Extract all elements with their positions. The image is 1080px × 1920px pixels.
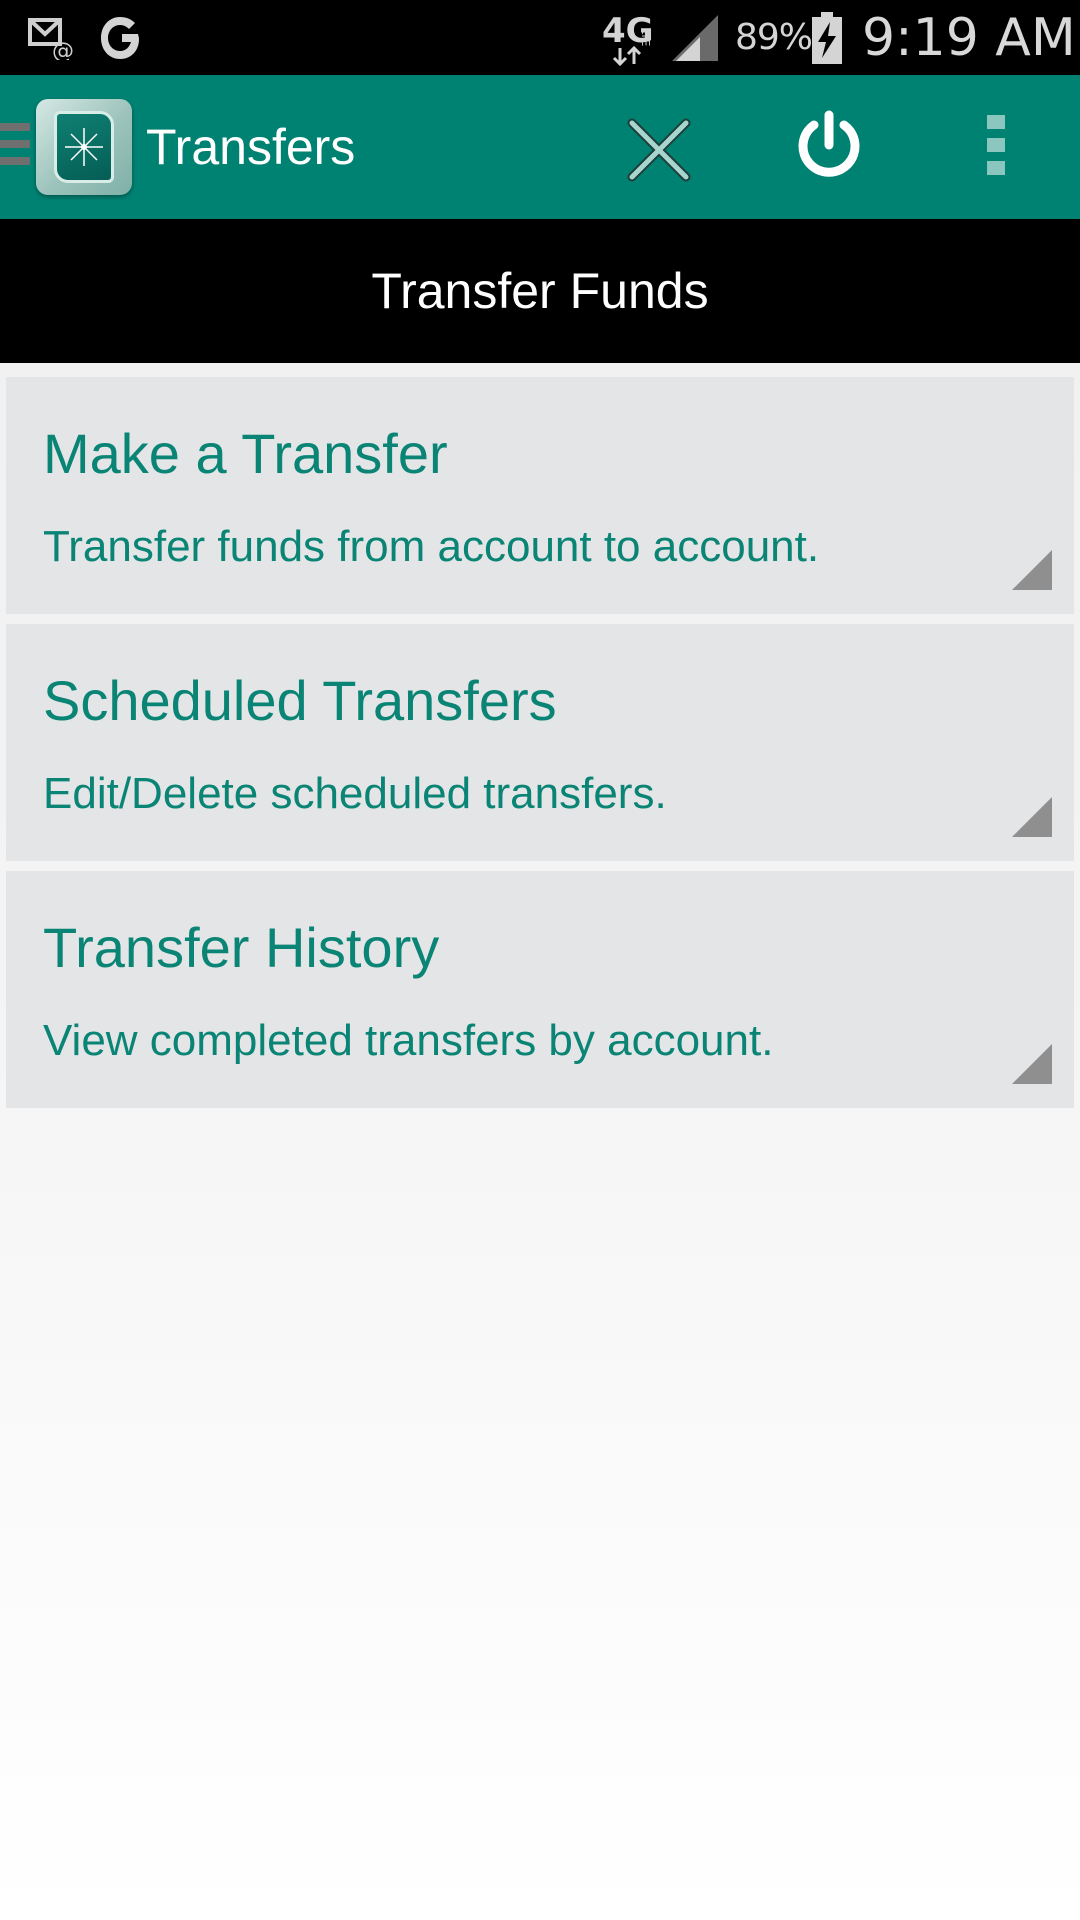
battery-charging-icon bbox=[812, 0, 842, 75]
close-icon[interactable] bbox=[624, 115, 694, 185]
status-bar: @ 4G LTE 89% 9:19 AM bbox=[0, 0, 1080, 75]
battery-percent: 89% bbox=[735, 17, 813, 58]
corner-indicator-icon bbox=[1012, 797, 1052, 837]
transfer-history-option[interactable]: Transfer History View completed transfer… bbox=[6, 871, 1074, 1108]
app-logo-icon[interactable] bbox=[36, 99, 132, 195]
status-time: 9:19 AM bbox=[862, 7, 1076, 68]
corner-indicator-icon bbox=[1012, 550, 1052, 590]
make-transfer-option[interactable]: Make a Transfer Transfer funds from acco… bbox=[6, 377, 1074, 614]
scheduled-transfers-option[interactable]: Scheduled Transfers Edit/Delete schedule… bbox=[6, 624, 1074, 861]
overflow-menu-icon[interactable] bbox=[982, 115, 1010, 181]
google-icon bbox=[98, 0, 146, 75]
power-icon[interactable] bbox=[792, 109, 866, 185]
lte-icon: 4G LTE bbox=[602, 0, 662, 75]
email-notification-icon: @ bbox=[28, 0, 78, 75]
option-title: Scheduled Transfers bbox=[43, 669, 557, 732]
menu-icon[interactable] bbox=[0, 123, 30, 167]
svg-text:@: @ bbox=[52, 39, 74, 60]
corner-indicator-icon bbox=[1012, 1044, 1052, 1084]
signal-icon bbox=[670, 0, 720, 75]
option-subtitle: View completed transfers by account. bbox=[43, 1016, 774, 1065]
app-bar: Transfers bbox=[0, 75, 1080, 219]
option-title: Make a Transfer bbox=[43, 422, 448, 485]
network-sub-label: LTE bbox=[639, 28, 652, 46]
option-title: Transfer History bbox=[43, 916, 440, 979]
option-subtitle: Edit/Delete scheduled transfers. bbox=[43, 769, 667, 818]
app-title: Transfers bbox=[146, 119, 356, 175]
option-subtitle: Transfer funds from account to account. bbox=[43, 522, 820, 571]
page-title: Transfer Funds bbox=[0, 219, 1080, 363]
